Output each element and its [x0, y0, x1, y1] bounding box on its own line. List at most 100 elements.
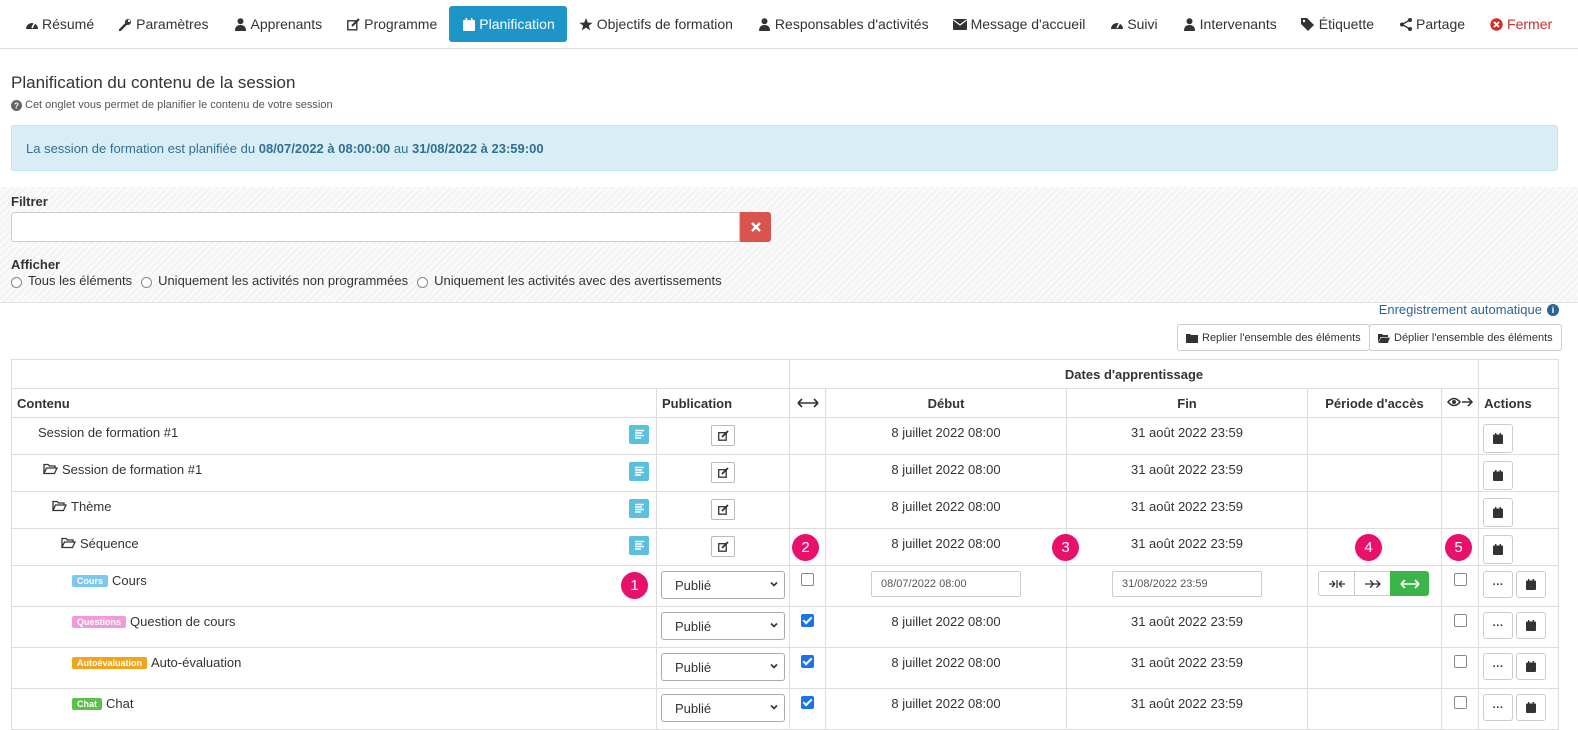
tab-etiquette[interactable]: Étiquette	[1289, 6, 1386, 42]
info-icon[interactable]: i	[1547, 303, 1559, 316]
learning-dates-header: Dates d'apprentissage	[788, 359, 1480, 389]
collapse-all-button[interactable]: Replier l'ensemble des éléments	[1177, 324, 1370, 351]
tab-partage[interactable]: Partage	[1386, 6, 1477, 42]
tab-programme[interactable]: Programme	[334, 6, 449, 42]
description-button[interactable]	[629, 499, 649, 518]
duration-cell	[789, 647, 826, 689]
more-options-button[interactable]: ···	[1483, 653, 1514, 680]
actions-cell: ···	[1478, 647, 1560, 689]
visibility-checkbox[interactable]	[1453, 614, 1467, 627]
visibility-checkbox[interactable]	[1453, 655, 1467, 668]
arrows-horizontal-icon	[796, 397, 819, 408]
visibility-checkbox[interactable]	[1453, 696, 1467, 709]
duration-checkbox[interactable]	[801, 573, 814, 586]
edit-button[interactable]	[711, 462, 735, 483]
collapse-all-label: Replier l'ensemble des éléments	[1202, 331, 1361, 344]
radio-circle[interactable]	[11, 276, 22, 288]
calendar-button[interactable]	[1483, 424, 1514, 453]
radio-circle[interactable]	[417, 276, 429, 288]
document-icon	[634, 429, 644, 439]
tab-message-accueil[interactable]: Message d'accueil	[941, 6, 1098, 42]
calendar-button[interactable]	[1516, 571, 1547, 598]
publication-select[interactable]: Publié	[661, 694, 785, 722]
publication-select[interactable]: Publié	[661, 653, 785, 681]
more-options-button[interactable]: ···	[1483, 571, 1514, 598]
activity-title: Auto-évaluation	[151, 655, 242, 670]
empty-header	[11, 359, 790, 389]
tab-label: Suivi	[1127, 16, 1158, 32]
expand-all-button[interactable]: Déplier l'ensemble des éléments	[1369, 324, 1562, 351]
chevron-down-icon	[770, 581, 778, 587]
visibility-cell	[1440, 647, 1480, 689]
edit-icon	[346, 17, 361, 31]
tab-label: Responsables d'activités	[774, 16, 929, 32]
duration-checkbox[interactable]	[801, 696, 814, 709]
calendar-icon	[1493, 507, 1504, 518]
content-cell: Session de formation #1	[11, 454, 657, 492]
end-cell: 31 août 2022 23:59	[1066, 491, 1308, 529]
start-cell: 8 juillet 2022 08:00	[825, 417, 1067, 455]
duration-checkbox[interactable]	[801, 614, 814, 627]
calendar-button[interactable]	[1516, 653, 1547, 680]
tab-intervenants[interactable]: Intervenants	[1170, 6, 1289, 42]
tab-suivi[interactable]: Suivi	[1097, 6, 1169, 42]
edit-button[interactable]	[711, 425, 735, 446]
description-button[interactable]	[629, 536, 649, 555]
row-title: Session de formation #1	[62, 462, 203, 477]
publication-cell	[656, 417, 790, 455]
table-row: Thème 8 juillet 2022 08:00 31 août 2022 …	[11, 491, 1560, 529]
calendar-button[interactable]	[1483, 535, 1514, 564]
edit-button[interactable]	[711, 499, 735, 520]
period-cell	[1307, 647, 1442, 689]
calendar-icon	[1526, 579, 1537, 590]
radio-circle[interactable]	[141, 276, 153, 288]
tab-resume[interactable]: Résumé	[12, 6, 106, 42]
table-group-header-row: Dates d'apprentissage	[11, 359, 1560, 389]
calendar-button[interactable]	[1516, 694, 1547, 721]
clear-filter-button[interactable]	[740, 212, 771, 242]
tab-label: Étiquette	[1318, 16, 1374, 32]
period-cell	[1307, 454, 1442, 492]
calendar-button[interactable]	[1516, 612, 1547, 639]
period-after-button[interactable]	[1354, 571, 1391, 596]
end-date: 31 août 2022 23:59	[1130, 499, 1244, 514]
publication-cell	[656, 528, 790, 566]
start-date-input[interactable]: 08/07/2022 08:00	[871, 571, 1021, 597]
tab-objectifs[interactable]: Objectifs de formation	[567, 6, 745, 42]
publication-select[interactable]: Publié	[661, 571, 785, 599]
edit-icon	[717, 467, 729, 478]
period-cell	[1307, 491, 1442, 529]
tab-parametres[interactable]: Paramètres	[106, 6, 220, 42]
tab-apprenants[interactable]: Apprenants	[221, 6, 335, 42]
period-full-button[interactable]	[1390, 571, 1429, 596]
tab-label: Partage	[1416, 16, 1466, 32]
document-icon	[634, 466, 644, 476]
more-options-button[interactable]: ···	[1483, 694, 1514, 721]
description-button[interactable]	[629, 462, 649, 481]
radio-unscheduled[interactable]: Uniquement les activités non programmées	[141, 273, 408, 288]
publication-select[interactable]: Publié	[661, 612, 785, 640]
radio-warnings[interactable]: Uniquement les activités avec des averti…	[417, 273, 722, 288]
description-button[interactable]	[629, 425, 649, 444]
radio-all[interactable]: Tous les éléments	[11, 273, 132, 288]
calendar-button[interactable]	[1483, 498, 1514, 527]
tab-planification[interactable]: Planification	[449, 6, 567, 42]
more-options-button[interactable]: ···	[1483, 612, 1514, 639]
actions-cell	[1478, 528, 1560, 566]
period-restrict-button[interactable]	[1318, 571, 1355, 596]
edit-button[interactable]	[711, 536, 735, 557]
row-title: Session de formation #1	[38, 425, 179, 440]
end-date-input[interactable]: 31/08/2022 23:59	[1112, 571, 1262, 597]
tab-fermer[interactable]: Fermer	[1477, 6, 1564, 42]
calendar-button[interactable]	[1483, 461, 1514, 490]
visibility-checkbox[interactable]	[1453, 573, 1467, 586]
eye-arrow-icon	[1446, 396, 1474, 407]
duration-checkbox[interactable]	[801, 655, 814, 668]
action-buttons: ···	[1483, 612, 1558, 639]
filter-input[interactable]	[11, 212, 740, 242]
top-navigation: Résumé Paramètres Apprenants Programme P…	[0, 0, 1578, 49]
activity-title: Chat	[106, 696, 134, 711]
show-label: Afficher	[11, 257, 61, 272]
tab-responsables[interactable]: Responsables d'activités	[745, 6, 941, 42]
end-date: 31 août 2022 23:59	[1130, 425, 1244, 440]
